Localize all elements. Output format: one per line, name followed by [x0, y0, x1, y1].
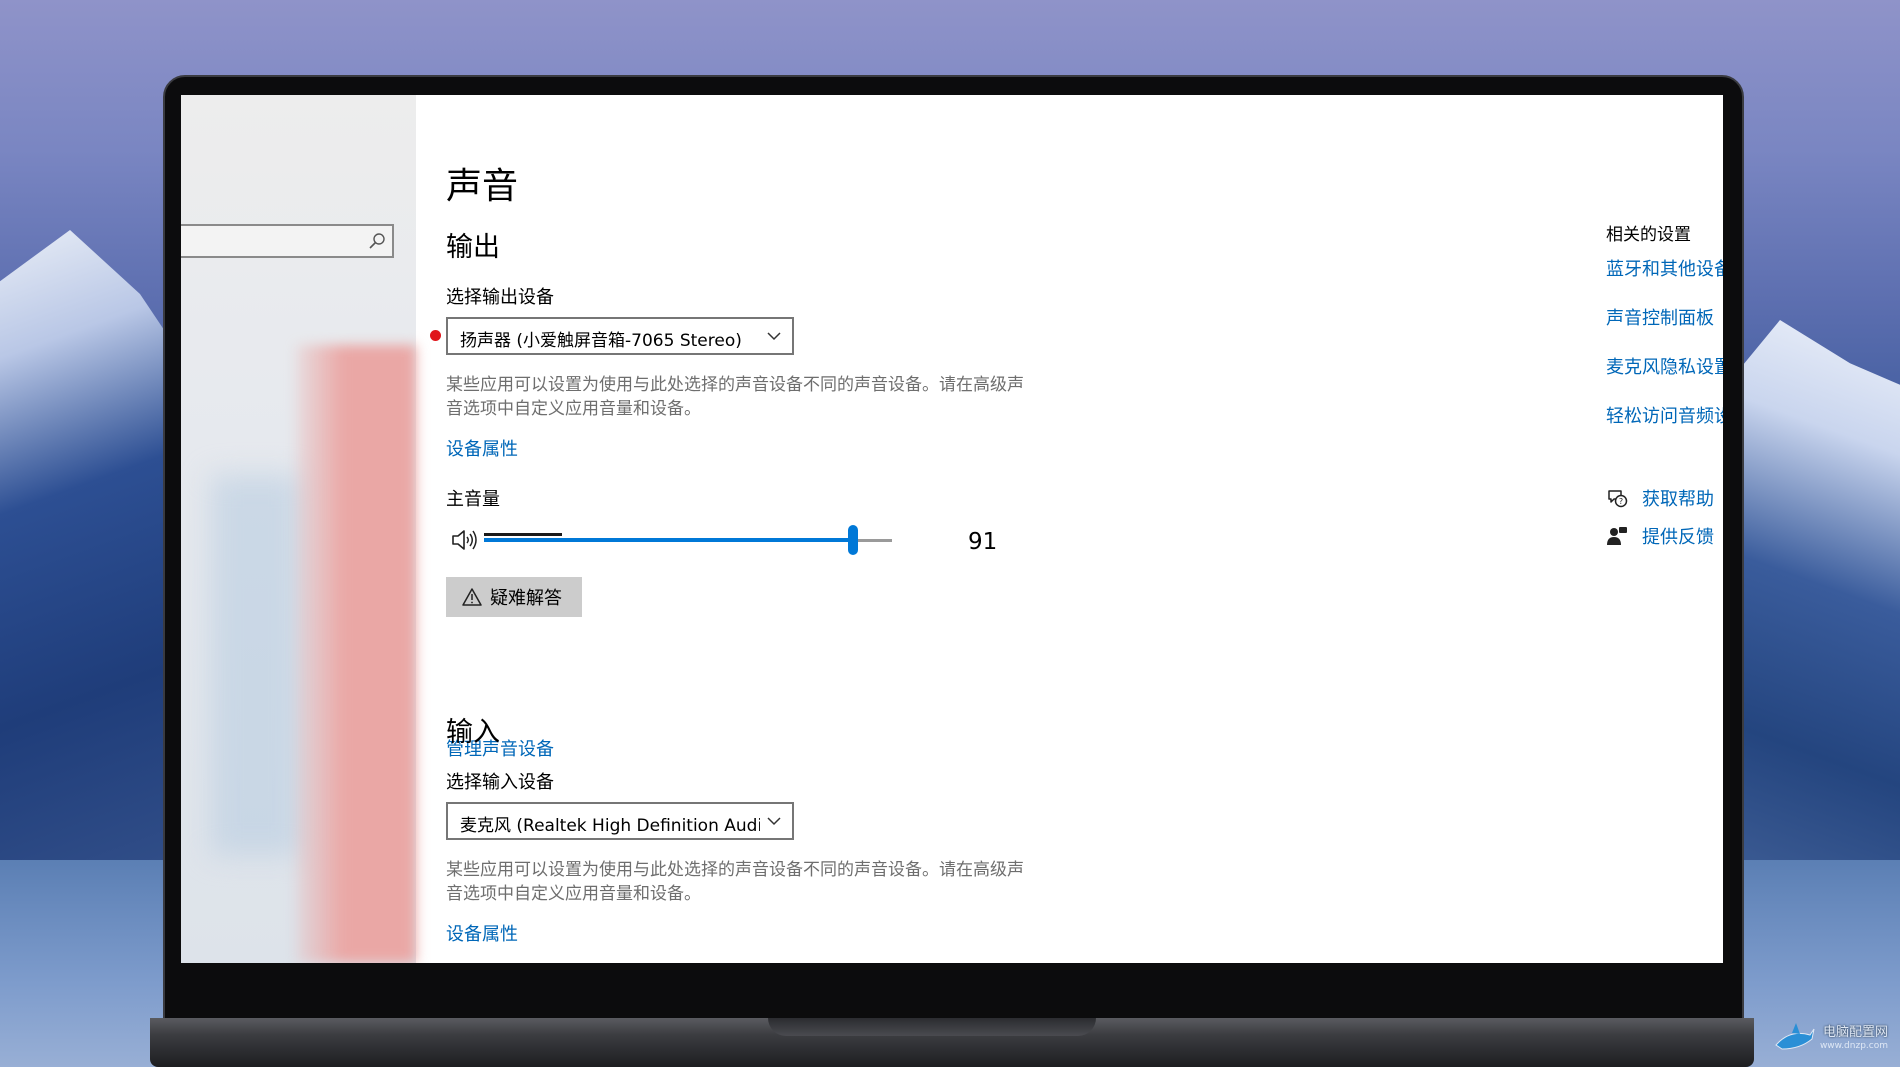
troubleshoot-button[interactable]: 疑难解答	[446, 577, 582, 617]
related-link-ease-of-access-audio[interactable]: 轻松访问音频设	[1606, 402, 1723, 428]
output-heading: 输出	[446, 232, 500, 263]
input-device-dropdown[interactable]: 麦克风 (Realtek High Definition Audi...	[446, 802, 794, 840]
give-feedback-link[interactable]: 提供反馈	[1642, 523, 1714, 549]
master-volume-slider[interactable]	[484, 521, 892, 561]
input-description: 某些应用可以设置为使用与此处选择的声音设备不同的声音设备。请在高级声音选项中自定…	[446, 860, 1024, 904]
chevron-down-icon	[767, 817, 781, 826]
watermark: 电脑配置网 www.dnzp.com	[1774, 1017, 1894, 1061]
volume-value: 91	[968, 529, 998, 555]
get-help-link[interactable]: 获取帮助	[1642, 485, 1714, 511]
related-link-microphone-privacy[interactable]: 麦克风隐私设置	[1606, 353, 1723, 379]
chat-help-icon: ?	[1608, 490, 1628, 508]
settings-window: 声音 输出 选择输出设备 扬声器 (小爱触屏音箱-7065 Stereo) 某些…	[181, 95, 1723, 963]
related-link-bluetooth[interactable]: 蓝牙和其他设备	[1606, 255, 1723, 281]
nav-blurred-highlight	[296, 345, 416, 963]
search-input[interactable]	[181, 224, 394, 258]
marker-dot	[430, 330, 441, 341]
volume-slider-thumb[interactable]	[848, 525, 858, 555]
output-device-label: 选择输出设备	[446, 287, 554, 308]
watermark-url: www.dnzp.com	[1819, 1041, 1888, 1051]
shark-logo-icon	[1775, 1023, 1815, 1050]
input-heading: 输入	[446, 717, 500, 748]
related-link-sound-control-panel[interactable]: 声音控制面板	[1606, 304, 1714, 330]
svg-text:?: ?	[1619, 497, 1623, 506]
troubleshoot-label: 疑难解答	[490, 588, 562, 609]
feedback-person-icon	[1607, 527, 1627, 545]
search-icon[interactable]	[368, 232, 386, 250]
nav-blurred-content	[211, 475, 301, 855]
input-device-label: 选择输入设备	[446, 772, 554, 793]
give-feedback-row[interactable]: 提供反馈	[1606, 523, 1714, 549]
master-volume-label: 主音量	[446, 489, 500, 510]
volume-peak-meter	[484, 533, 562, 536]
watermark-text: 电脑配置网	[1822, 1025, 1888, 1040]
laptop-hinge-notch	[768, 1018, 1096, 1036]
input-device-properties-link[interactable]: 设备属性	[446, 920, 518, 946]
page-title: 声音	[446, 166, 519, 207]
speaker-icon[interactable]	[450, 527, 478, 553]
chevron-down-icon	[767, 332, 781, 341]
output-device-properties-link[interactable]: 设备属性	[446, 435, 518, 461]
get-help-row[interactable]: ? 获取帮助	[1606, 485, 1714, 511]
output-device-value: 扬声器 (小爱触屏音箱-7065 Stereo)	[460, 331, 742, 351]
warning-icon	[462, 588, 482, 606]
related-settings-title: 相关的设置	[1606, 225, 1691, 245]
output-description: 某些应用可以设置为使用与此处选择的声音设备不同的声音设备。请在高级声音选项中自定…	[446, 375, 1024, 419]
settings-nav-pane	[181, 95, 416, 963]
volume-fill	[484, 538, 853, 542]
input-device-value: 麦克风 (Realtek High Definition Audi...	[460, 816, 760, 836]
related-settings: 相关的设置 蓝牙和其他设备 声音控制面板 麦克风隐私设置 轻松访问音频设 ? 获…	[1606, 95, 1723, 963]
sound-settings-main: 声音 输出 选择输出设备 扬声器 (小爱触屏音箱-7065 Stereo) 某些…	[430, 95, 1446, 963]
output-device-dropdown[interactable]: 扬声器 (小爱触屏音箱-7065 Stereo)	[446, 317, 794, 355]
